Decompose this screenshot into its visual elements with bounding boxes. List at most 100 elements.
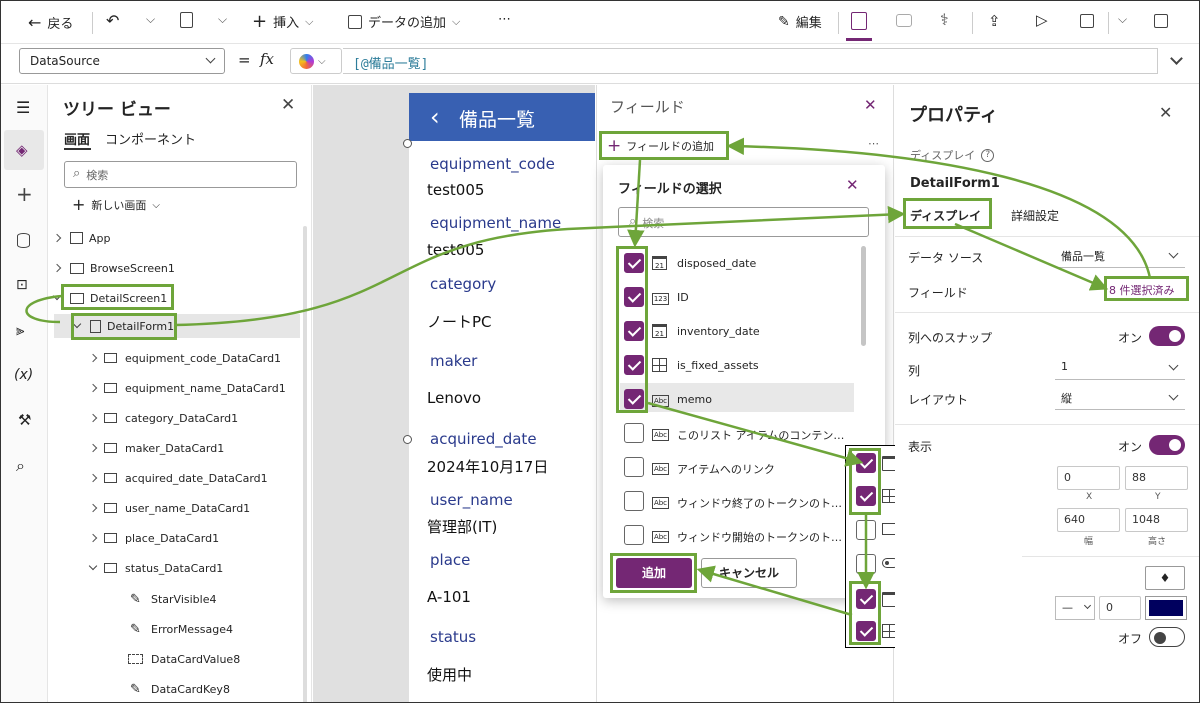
close-icon[interactable]: ✕ (1159, 103, 1172, 122)
tab-advanced[interactable]: 詳細設定 (1011, 207, 1059, 224)
border-width-input[interactable]: 0 (1099, 596, 1141, 620)
tree-item-control[interactable]: ✎ ErrorMessage4 (128, 619, 298, 639)
close-icon[interactable]: ✕ (864, 96, 877, 114)
tree-item-control[interactable]: ✎ StarVisible4 (128, 589, 298, 609)
picker-field-row[interactable]: Abc memo (620, 389, 854, 411)
tree-item-datacard[interactable]: equipment_name_DataCard1 (88, 378, 300, 398)
snap-toggle[interactable] (1149, 326, 1185, 346)
tree-item-browsescreen[interactable]: BrowseScreen1 (52, 258, 294, 278)
field-checkbox[interactable] (624, 491, 644, 511)
tree-scrollbar[interactable] (303, 226, 307, 703)
field-checkbox[interactable] (624, 423, 644, 443)
close-icon[interactable]: ✕ (281, 95, 295, 115)
variables-icon[interactable]: (x) (14, 367, 33, 383)
new-screen-button[interactable]: + 新しい画面 ⌵ (72, 197, 160, 213)
copilot-button[interactable]: ⌵ (290, 48, 342, 74)
play-icon[interactable]: ▷ (1036, 11, 1048, 29)
publish-icon[interactable] (1154, 14, 1168, 28)
selection-handle[interactable] (403, 435, 412, 444)
close-icon[interactable]: ✕ (846, 176, 859, 194)
width-input[interactable]: 640 (1057, 508, 1120, 532)
hamburger-icon[interactable]: ☰ (16, 98, 30, 117)
add-data-button[interactable]: データの追加 ⌵ (348, 12, 460, 31)
picker-field-row[interactable]: Abc アイテムへのリンク (620, 457, 854, 479)
picker-field-row[interactable]: 21 disposed_date (620, 253, 854, 275)
field-checkbox[interactable] (624, 321, 644, 341)
chevron-down-icon[interactable]: ⌵ (1118, 12, 1127, 27)
tree-search-input[interactable]: ⌕ 検索 (64, 161, 297, 188)
tree-item-datacard[interactable]: user_name_DataCard1 (88, 498, 300, 518)
field-checkbox[interactable] (624, 355, 644, 375)
picker-add-button[interactable]: 追加 (616, 558, 692, 588)
tree-item-datacard[interactable]: status_DataCard1 (88, 558, 300, 578)
help-icon[interactable]: ? (981, 148, 995, 162)
comment-icon[interactable] (896, 14, 912, 27)
field-checkbox[interactable] (856, 520, 876, 540)
tree-item-datacard[interactable]: maker_DataCard1 (88, 438, 300, 458)
tree-item-datacard[interactable]: place_DataCard1 (88, 528, 300, 548)
property-dropdown[interactable]: DataSource (19, 48, 225, 74)
tree-item-control[interactable]: ✎ DataCardKey8 (128, 679, 298, 699)
tree-item-detailscreen[interactable]: DetailScreen1 (52, 288, 294, 308)
x-input[interactable]: 0 (1057, 466, 1120, 490)
field-checkbox[interactable] (856, 554, 876, 574)
paste-icon[interactable] (180, 12, 193, 28)
tree-item-datacard[interactable]: acquired_date_DataCard1 (88, 468, 300, 488)
add-field-button[interactable]: + フィールドの追加 (607, 138, 714, 155)
chevron-down-icon[interactable]: ⌵ (218, 12, 227, 27)
app-checker-icon[interactable] (851, 12, 867, 30)
field-checkbox[interactable] (624, 253, 644, 273)
field-checkbox[interactable] (624, 457, 644, 477)
field-checkbox[interactable] (624, 389, 644, 409)
edit-button[interactable]: ✎ 編集 (778, 12, 822, 32)
tree-item-datacard[interactable]: category_DataCard1 (88, 408, 300, 428)
undo-icon[interactable]: ↶ (106, 11, 119, 30)
picker-scrollbar[interactable] (861, 246, 866, 346)
database-icon[interactable] (17, 233, 30, 248)
picker-field-row[interactable]: 123 ID (620, 287, 854, 309)
more-button[interactable]: ⋯ (498, 12, 511, 27)
tab-components[interactable]: コンポーネント (105, 129, 196, 148)
fields-edit-link[interactable]: 8 件選択済み (1109, 282, 1175, 298)
field-checkbox[interactable] (856, 486, 876, 506)
visible-toggle[interactable] (1149, 435, 1185, 455)
fill-color-button[interactable]: ♦ (1145, 566, 1185, 590)
picker-field-row[interactable]: Abc このリスト アイテムのコンテン… (620, 423, 854, 445)
picker-field-row[interactable]: is_fixed_assets (620, 355, 854, 377)
tree-item-datacard[interactable]: equipment_code_DataCard1 (88, 348, 300, 368)
tree-item-app[interactable]: App (52, 228, 294, 248)
picker-field-row[interactable]: Abc ウィンドウ終了のトークンのト… (620, 491, 854, 513)
search-icon[interactable]: ⌕ (16, 456, 25, 476)
field-checkbox[interactable] (856, 453, 876, 473)
layout-dropdown[interactable]: 縦 (1055, 386, 1185, 410)
selection-handle[interactable] (403, 139, 412, 148)
more-icon[interactable]: ⋯ (868, 137, 879, 150)
picker-search-input[interactable]: ⌕ 検索 (618, 207, 869, 237)
tree-item-control[interactable]: DataCardValue8 (128, 649, 298, 669)
insert-button[interactable]: + 挿入 ⌵ (252, 12, 313, 31)
field-checkbox[interactable] (624, 525, 644, 545)
field-checkbox[interactable] (624, 287, 644, 307)
picker-cancel-button[interactable]: キャンセル (701, 558, 797, 588)
picker-field-row[interactable]: Abc ウィンドウ開始のトークンのト… (620, 525, 854, 547)
tab-screens[interactable]: 画面 (64, 129, 90, 148)
height-input[interactable]: 1048 (1125, 508, 1188, 532)
formula-input[interactable]: [@備品一覧] (343, 48, 1158, 74)
media-icon[interactable]: ⊡ (16, 277, 28, 293)
tab-display[interactable]: ディスプレイ (910, 207, 981, 224)
tree-item-detailform[interactable]: DetailForm1 (54, 314, 300, 338)
border-color-swatch[interactable] (1145, 596, 1187, 620)
columns-dropdown[interactable]: 1 (1055, 356, 1185, 380)
stethoscope-icon[interactable]: ⚕ (940, 10, 949, 29)
save-icon[interactable] (1080, 14, 1094, 28)
off-toggle[interactable] (1149, 627, 1185, 647)
share-icon[interactable]: ⇪ (988, 12, 1001, 30)
border-style-dropdown[interactable]: — (1055, 596, 1095, 620)
field-checkbox[interactable] (856, 621, 876, 641)
y-input[interactable]: 88 (1125, 466, 1188, 490)
back-chevron-icon[interactable]: ‹ (430, 103, 440, 131)
datasource-dropdown[interactable]: 備品一覧 (1055, 244, 1185, 268)
picker-field-row[interactable]: 21 inventory_date (620, 321, 854, 343)
chevron-down-icon[interactable]: ⌵ (146, 12, 155, 27)
field-checkbox[interactable] (856, 589, 876, 609)
